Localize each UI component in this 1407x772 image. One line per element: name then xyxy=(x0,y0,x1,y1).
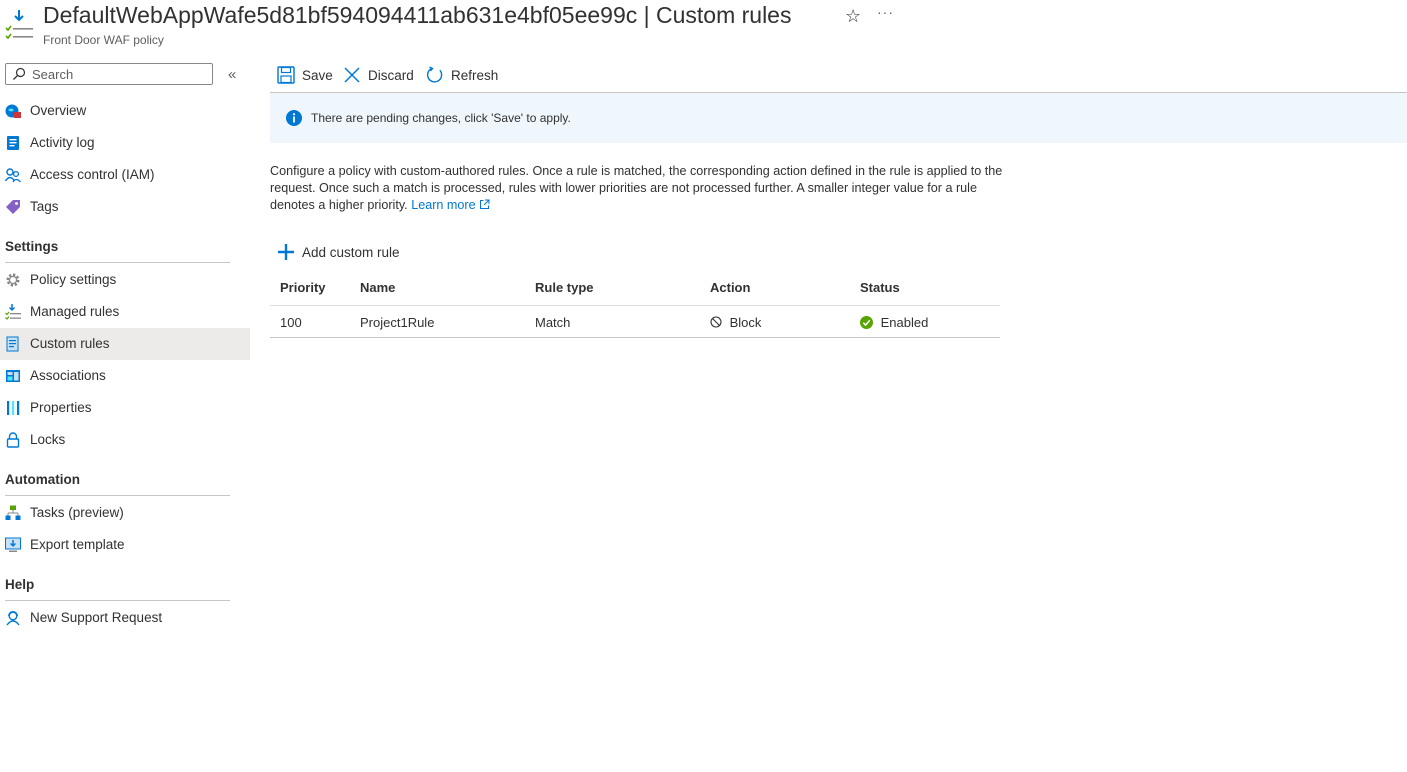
page-subtitle: Front Door WAF policy xyxy=(43,33,164,47)
sidebar-item-label: Associations xyxy=(30,368,106,383)
external-link-icon xyxy=(480,199,490,209)
sidebar-item-label: New Support Request xyxy=(30,610,163,625)
associations-icon xyxy=(6,370,20,382)
column-header-action[interactable]: Action xyxy=(710,280,750,295)
sidebar-item-label: Activity log xyxy=(30,135,95,150)
save-label: Save xyxy=(302,68,333,83)
sidebar-item-label: Overview xyxy=(30,103,87,118)
sidebar-item-custom-rules[interactable]: Custom rules xyxy=(0,328,250,360)
section-divider xyxy=(5,495,230,496)
cell-priority: 100 xyxy=(280,315,302,330)
column-header-rule-type[interactable]: Rule type xyxy=(535,280,594,295)
export-template-icon xyxy=(5,537,21,552)
column-header-name[interactable]: Name xyxy=(360,280,395,295)
sidebar-item-policy-settings[interactable]: Policy settings xyxy=(0,264,250,296)
tasks-icon xyxy=(5,505,21,520)
sidebar-item-label: Tasks (preview) xyxy=(30,505,124,520)
cell-action: Block xyxy=(710,315,761,330)
sidebar-item-activity-log[interactable]: Activity log xyxy=(0,127,250,159)
gear-icon xyxy=(6,273,20,287)
search-input[interactable] xyxy=(30,66,212,83)
sidebar-item-label: Custom rules xyxy=(30,336,110,351)
sidebar-item-label: Policy settings xyxy=(30,272,117,287)
sidebar-item-label: Tags xyxy=(30,199,59,214)
discard-button[interactable]: Discard xyxy=(343,65,415,87)
cell-name[interactable]: Project1Rule xyxy=(360,315,434,330)
refresh-icon xyxy=(426,66,443,83)
sidebar-item-managed-rules[interactable]: Managed rules xyxy=(0,296,250,328)
people-icon xyxy=(5,168,21,183)
add-custom-rule-label: Add custom rule xyxy=(302,245,400,260)
add-custom-rule-button[interactable]: Add custom rule xyxy=(277,242,402,264)
properties-icon xyxy=(7,401,20,415)
favorite-star-icon[interactable]: ☆ xyxy=(845,6,861,27)
sidebar-item-locks[interactable]: Locks xyxy=(0,424,250,456)
table-row[interactable]: 100 Project1Rule Match Block Enabled xyxy=(270,306,1000,337)
section-divider xyxy=(5,262,230,263)
search-box[interactable] xyxy=(5,63,213,85)
more-options-icon[interactable]: ··· xyxy=(877,4,894,20)
overview-icon xyxy=(5,104,21,118)
table-bottom-divider xyxy=(270,337,1000,338)
action-label: Block xyxy=(729,315,762,330)
section-header-help: Help xyxy=(5,577,35,592)
sidebar-item-label: Access control (IAM) xyxy=(30,167,155,182)
sidebar-item-access-control[interactable]: Access control (IAM) xyxy=(0,159,250,191)
custom-rules-icon xyxy=(6,336,19,352)
status-label: Enabled xyxy=(880,315,929,330)
banner-message: There are pending changes, click 'Save' … xyxy=(311,111,571,125)
sidebar-item-label: Locks xyxy=(30,432,66,447)
save-button[interactable]: Save xyxy=(277,65,333,87)
success-check-icon xyxy=(860,316,873,329)
sidebar-item-new-support-request[interactable]: New Support Request xyxy=(0,602,250,634)
page-title: DefaultWebAppWafe5d81bf594094411ab631e4b… xyxy=(43,2,792,28)
waf-policy-icon xyxy=(5,10,33,40)
section-header-settings: Settings xyxy=(5,239,59,254)
block-icon xyxy=(710,316,722,328)
info-icon xyxy=(286,110,302,126)
sidebar-item-tasks[interactable]: Tasks (preview) xyxy=(0,497,250,529)
column-header-status[interactable]: Status xyxy=(860,280,900,295)
plus-icon xyxy=(278,244,294,260)
column-header-priority[interactable]: Priority xyxy=(280,280,326,295)
section-divider xyxy=(5,600,230,601)
collapse-sidebar-icon[interactable]: « xyxy=(228,66,236,83)
managed-rules-icon xyxy=(5,304,21,320)
sidebar-item-associations[interactable]: Associations xyxy=(0,360,250,392)
search-icon xyxy=(13,67,26,80)
sidebar-item-export-template[interactable]: Export template xyxy=(0,529,250,561)
learn-more-link[interactable]: Learn more xyxy=(411,198,490,212)
cell-status: Enabled xyxy=(860,315,928,330)
description-text: Configure a policy with custom-authored … xyxy=(270,164,1003,212)
refresh-button[interactable]: Refresh xyxy=(426,65,498,87)
sidebar-item-label: Properties xyxy=(30,400,92,415)
sidebar-item-label: Managed rules xyxy=(30,304,120,319)
lock-icon xyxy=(6,432,20,448)
pending-changes-banner: There are pending changes, click 'Save' … xyxy=(270,93,1407,143)
sidebar-item-tags[interactable]: Tags xyxy=(0,191,250,223)
activity-log-icon xyxy=(7,136,19,150)
sidebar-item-properties[interactable]: Properties xyxy=(0,392,250,424)
discard-icon xyxy=(344,67,360,83)
section-header-automation: Automation xyxy=(5,472,80,487)
description: Configure a policy with custom-authored … xyxy=(270,163,1005,214)
tag-icon xyxy=(6,200,20,214)
support-person-icon xyxy=(6,611,20,626)
sidebar-item-label: Export template xyxy=(30,537,125,552)
sidebar-item-overview[interactable]: Overview xyxy=(0,95,250,127)
save-icon xyxy=(277,66,295,84)
cell-rule-type: Match xyxy=(535,315,571,330)
discard-label: Discard xyxy=(368,68,414,83)
refresh-label: Refresh xyxy=(451,68,499,83)
